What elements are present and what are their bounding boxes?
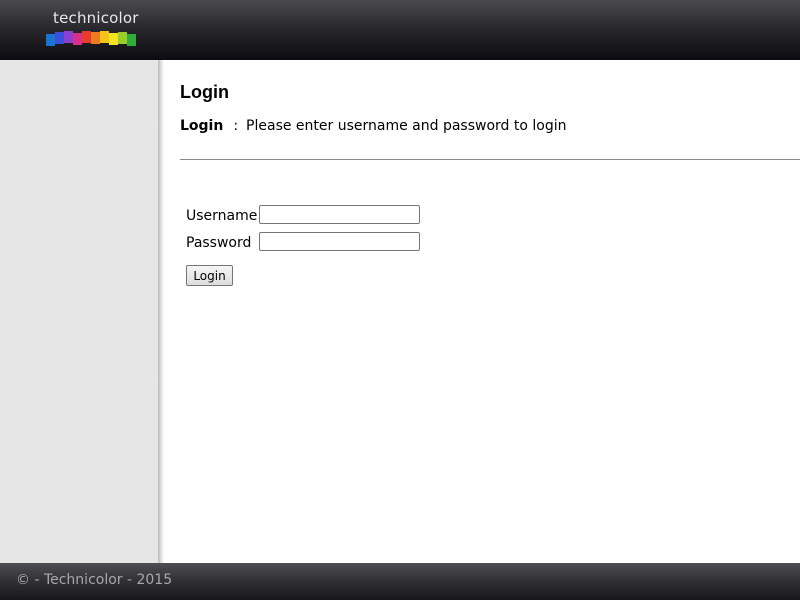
logo-color-block <box>64 31 73 43</box>
logo-color-block <box>100 31 109 43</box>
logo-color-block <box>91 32 100 44</box>
password-label: Password <box>186 235 252 251</box>
logo-color-bar-icon <box>46 31 136 46</box>
username-label: Username <box>186 208 258 224</box>
logo-text: technicolor <box>53 9 139 27</box>
logo-color-block <box>118 32 127 44</box>
logo-color-block <box>82 31 91 43</box>
page-subtitle: Login: Please enter username and password… <box>180 118 566 134</box>
divider <box>180 159 800 160</box>
logo-color-block <box>46 34 55 46</box>
subtitle-separator: : <box>233 118 239 134</box>
page-title: Login <box>180 82 229 102</box>
login-button[interactable]: Login <box>186 265 233 286</box>
logo-color-block <box>55 32 64 44</box>
username-input[interactable] <box>259 205 420 224</box>
logo-color-block <box>73 33 82 45</box>
sidebar <box>0 60 158 563</box>
logo-color-block <box>127 34 136 46</box>
logo-color-block <box>109 33 118 45</box>
subtitle-text: Please enter username and password to lo… <box>246 118 567 134</box>
subtitle-label: Login <box>180 118 224 134</box>
header-bar: technicolor <box>0 0 800 60</box>
technicolor-logo: technicolor <box>46 8 139 48</box>
footer-bar: © - Technicolor - 2015 <box>0 563 800 600</box>
password-input[interactable] <box>259 232 420 251</box>
copyright-text: © - Technicolor - 2015 <box>16 572 173 588</box>
main-content: Login Login: Please enter username and pa… <box>164 60 800 563</box>
